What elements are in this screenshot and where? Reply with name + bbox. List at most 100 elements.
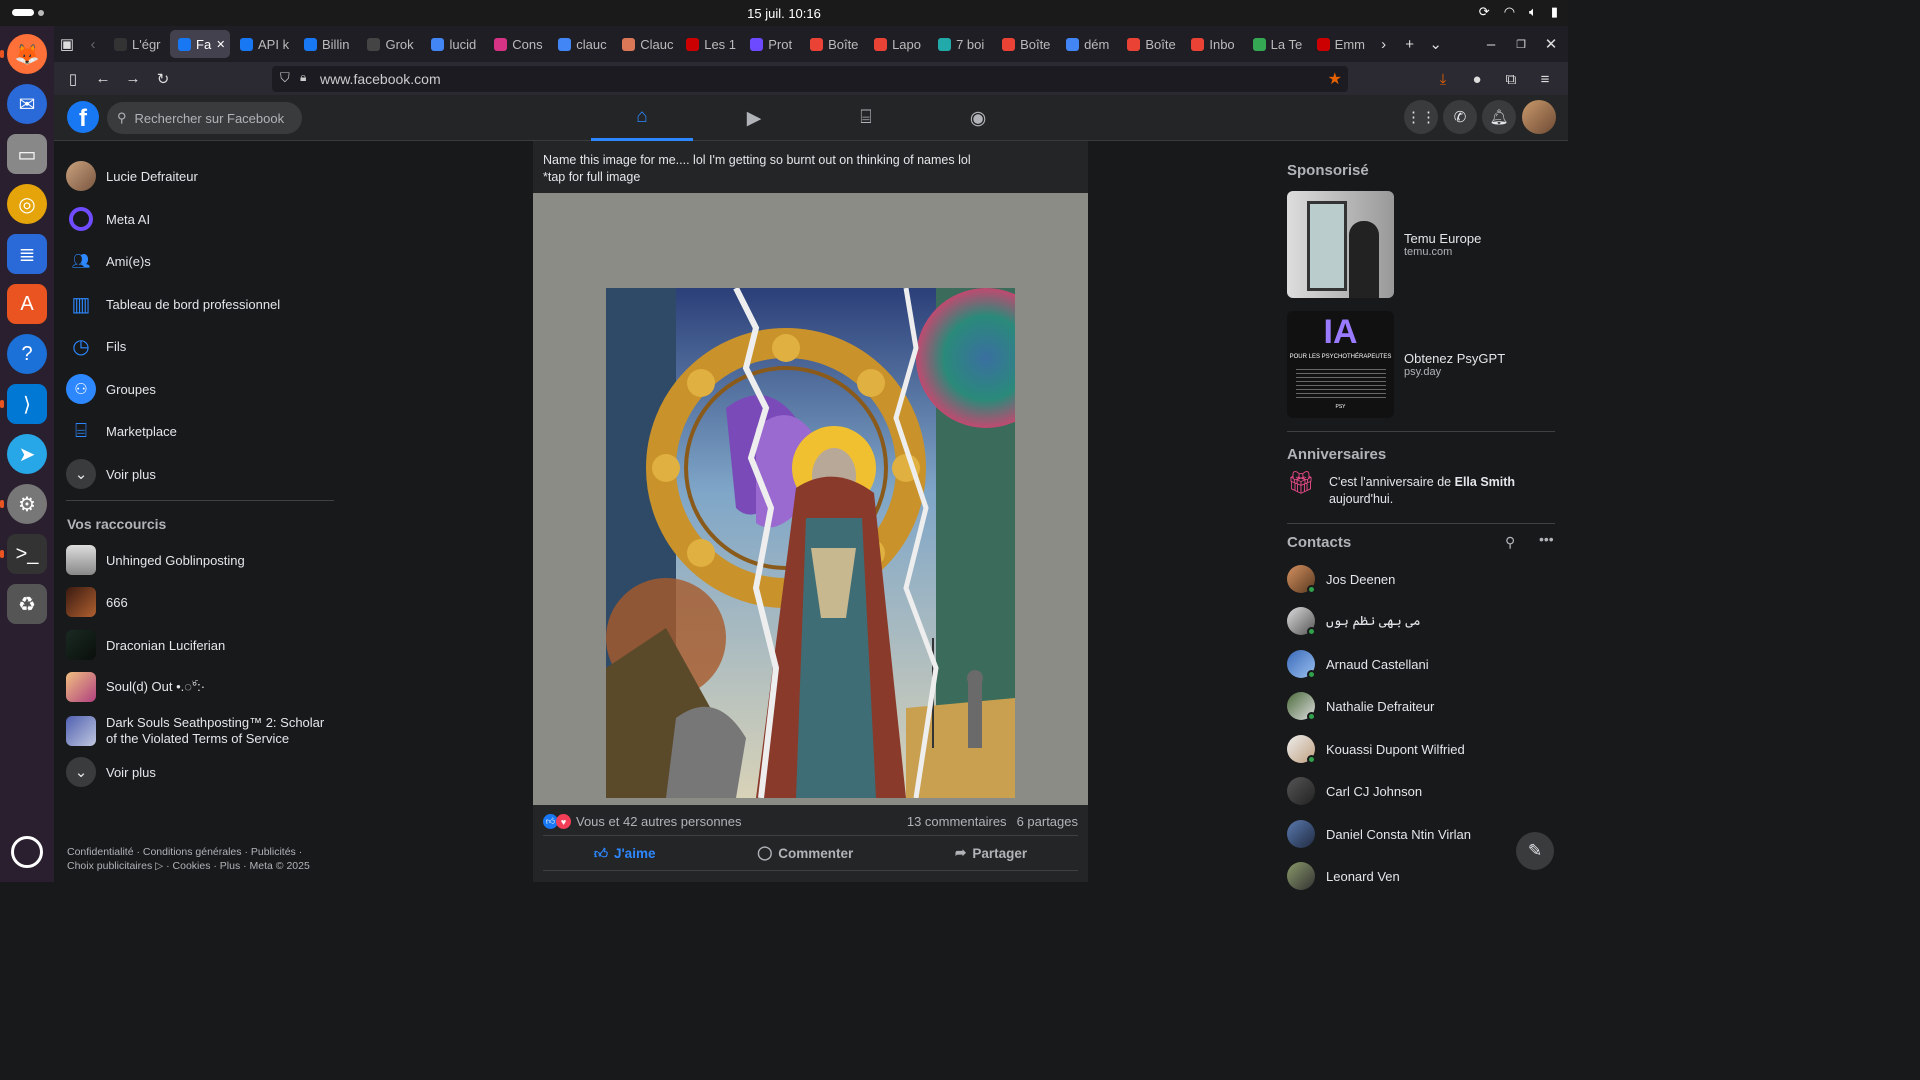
browser-tab[interactable]: L'égr bbox=[106, 30, 168, 58]
browser-tab[interactable]: Les 1 bbox=[678, 30, 740, 58]
share-button[interactable]: ➦ Partager bbox=[955, 845, 1027, 861]
shortcut-item[interactable]: Dark Souls Seathposting™ 2: Scholar of t… bbox=[66, 710, 336, 752]
browser-tab[interactable]: Boîte bbox=[802, 30, 864, 58]
contact-item[interactable]: Daniel Consta Ntin Virlan bbox=[1287, 816, 1471, 852]
restore-icon[interactable]: ❐ bbox=[1508, 31, 1534, 57]
activities-button[interactable] bbox=[12, 9, 44, 16]
contact-item[interactable]: Nathalie Defraiteur bbox=[1287, 688, 1434, 724]
nav-marketplace-icon[interactable]: ⌸ bbox=[815, 95, 917, 141]
contact-item[interactable]: می بھی نظم ہوں bbox=[1287, 603, 1421, 639]
footer-line-1[interactable]: Confidentialité · Conditions générales ·… bbox=[67, 845, 347, 859]
back-icon[interactable]: ← bbox=[88, 65, 118, 93]
refresh-icon[interactable]: ⟳ bbox=[1479, 4, 1490, 20]
sidebar-item-profile[interactable]: Lucie Defraiteur bbox=[66, 156, 198, 196]
show-apps-icon[interactable] bbox=[11, 836, 43, 868]
profile-avatar[interactable] bbox=[1522, 100, 1556, 134]
rhythmbox-icon[interactable]: ◎ bbox=[7, 184, 47, 224]
birthday-notice[interactable]: 🎁︎ C'est l'anniversaire de Ella Smith auj… bbox=[1287, 472, 1515, 508]
shield-icon[interactable]: ⛉ bbox=[280, 70, 290, 86]
files-icon[interactable]: ▭ bbox=[7, 134, 47, 174]
like-button[interactable]: 👍︎ J'aime bbox=[594, 845, 656, 862]
sponsored-ad-psygpt[interactable]: IA POUR LES PSYCHOTHÉRAPEUTES PSY Obtene… bbox=[1287, 311, 1555, 418]
help-icon[interactable]: ? bbox=[7, 334, 47, 374]
app-center-icon[interactable]: A bbox=[7, 284, 47, 324]
browser-tab[interactable]: Boîte bbox=[994, 30, 1056, 58]
contact-item[interactable]: Leonard Ven bbox=[1287, 858, 1400, 894]
browser-tab[interactable]: Fa ✕ bbox=[170, 30, 230, 58]
settings-icon[interactable]: ⚙ bbox=[0, 484, 47, 524]
writer-icon[interactable]: ≣ bbox=[7, 234, 47, 274]
contact-item[interactable]: Arnaud Castellani bbox=[1287, 646, 1429, 682]
browser-tab[interactable]: API k bbox=[232, 30, 294, 58]
menu-icon[interactable]: ≡ bbox=[1530, 65, 1560, 93]
messenger-icon[interactable]: ✆ bbox=[1443, 100, 1477, 134]
contact-item[interactable]: Carl CJ Johnson bbox=[1287, 773, 1422, 809]
footer-links[interactable]: Confidentialité · Conditions générales ·… bbox=[67, 845, 347, 873]
forward-icon[interactable]: → bbox=[118, 65, 148, 93]
close-tab-icon[interactable]: ✕ bbox=[216, 38, 225, 51]
system-tray[interactable]: ⟳ ◠ 🔈︎ ▮ bbox=[1479, 4, 1558, 20]
browser-tab[interactable]: lucid bbox=[423, 30, 484, 58]
firefox-icon[interactable]: 🦊 bbox=[0, 34, 47, 74]
browser-tab[interactable]: dém bbox=[1058, 30, 1117, 58]
browser-tab[interactable]: Clauc bbox=[614, 30, 676, 58]
sidebar-item-marketplace[interactable]: ⌸ Marketplace bbox=[66, 411, 177, 451]
url-bar[interactable]: ⛉ 🔒︎ www.facebook.com ★ bbox=[272, 66, 1348, 92]
browser-tab[interactable]: Grok bbox=[359, 30, 421, 58]
shortcut-item[interactable]: Unhinged Goblinposting bbox=[66, 540, 245, 580]
account-icon[interactable]: ● bbox=[1462, 65, 1492, 93]
browser-tab[interactable]: 7 boi bbox=[930, 30, 992, 58]
shortcut-item[interactable]: Draconian Luciferian bbox=[66, 625, 225, 665]
search-contacts-icon[interactable]: ⚲ bbox=[1505, 534, 1515, 551]
thunderbird-icon[interactable]: ✉ bbox=[7, 84, 47, 124]
sidebar-item-feeds[interactable]: ◷ Fils bbox=[66, 326, 126, 366]
sidebar-toggle-icon[interactable]: ▯ bbox=[58, 65, 88, 93]
see-more-button[interactable]: ⌄ Voir plus bbox=[66, 454, 156, 494]
comment-button[interactable]: ◯ Commenter bbox=[757, 845, 853, 861]
sponsored-ad-temu[interactable]: Temu Europe temu.com bbox=[1287, 191, 1555, 298]
post-image[interactable] bbox=[533, 193, 1088, 805]
telegram-icon[interactable]: ➤ bbox=[7, 434, 47, 474]
sidebar-item-groups[interactable]: ⚇ Groupes bbox=[66, 369, 156, 409]
close-window-icon[interactable]: ✕ bbox=[1538, 31, 1564, 57]
menu-grid-icon[interactable]: ⋮⋮ bbox=[1404, 100, 1438, 134]
browser-tab[interactable]: Inbo bbox=[1183, 30, 1242, 58]
new-tab-icon[interactable]: + bbox=[1397, 31, 1423, 57]
browser-tab[interactable]: Emm bbox=[1309, 30, 1371, 58]
nav-groups-icon[interactable]: ◉ bbox=[927, 95, 1029, 141]
browser-tab[interactable]: Lapo bbox=[866, 30, 928, 58]
trash-icon[interactable]: ♻ bbox=[7, 584, 47, 624]
sidebar-item-professional-dashboard[interactable]: ▥ Tableau de bord professionnel bbox=[66, 284, 281, 324]
notifications-bell-icon[interactable]: 🔔︎ bbox=[1482, 100, 1516, 134]
contact-item[interactable]: Jos Deenen bbox=[1287, 561, 1395, 597]
facebook-logo-icon[interactable]: f bbox=[67, 101, 99, 133]
see-more-shortcuts-button[interactable]: ⌄ Voir plus bbox=[66, 752, 156, 792]
lock-icon[interactable]: 🔒︎ bbox=[300, 70, 306, 85]
reload-icon[interactable]: ↻ bbox=[148, 65, 178, 93]
sidebar-item-friends[interactable]: 👥︎ Ami(e)s bbox=[66, 241, 150, 281]
vscode-icon[interactable]: ⟩ bbox=[0, 384, 47, 424]
browser-tab[interactable]: clauc bbox=[550, 30, 612, 58]
facebook-search[interactable]: ⚲ Rechercher sur Facebook bbox=[107, 102, 302, 134]
tabs-scroll-left-icon[interactable]: ‹ bbox=[80, 31, 106, 57]
contact-item[interactable]: Kouassi Dupont Wilfried bbox=[1287, 731, 1465, 767]
shortcut-item[interactable]: 666 bbox=[66, 582, 128, 622]
browser-tab[interactable]: Prot bbox=[742, 30, 800, 58]
bookmark-star-icon[interactable]: ★ bbox=[1328, 69, 1342, 89]
sidebar-item-meta-ai[interactable]: Meta AI bbox=[66, 199, 150, 239]
comments-count[interactable]: 13 commentaires bbox=[907, 814, 1007, 829]
clock[interactable]: 15 juil. 10:16 bbox=[747, 6, 821, 21]
terminal-icon[interactable]: >_ bbox=[0, 534, 47, 574]
nav-video-icon[interactable]: ▶ bbox=[703, 95, 805, 141]
downloads-icon[interactable]: ⤓ bbox=[1428, 65, 1458, 93]
tabs-scroll-right-icon[interactable]: › bbox=[1371, 31, 1397, 57]
new-message-icon[interactable]: ✎ bbox=[1516, 832, 1554, 870]
shares-count[interactable]: 6 partages bbox=[1017, 814, 1078, 829]
browser-tab[interactable]: La Te bbox=[1245, 30, 1307, 58]
more-options-icon[interactable]: ••• bbox=[1539, 531, 1554, 547]
footer-line-2[interactable]: Choix publicitaires ▷ · Cookies · Plus ·… bbox=[67, 859, 347, 873]
browser-tab[interactable]: Boîte bbox=[1119, 30, 1181, 58]
minimize-icon[interactable]: – bbox=[1478, 31, 1504, 57]
post-text-line-2[interactable]: *tap for full image bbox=[543, 169, 971, 186]
tab-overview-icon[interactable]: ▣ bbox=[54, 31, 80, 57]
